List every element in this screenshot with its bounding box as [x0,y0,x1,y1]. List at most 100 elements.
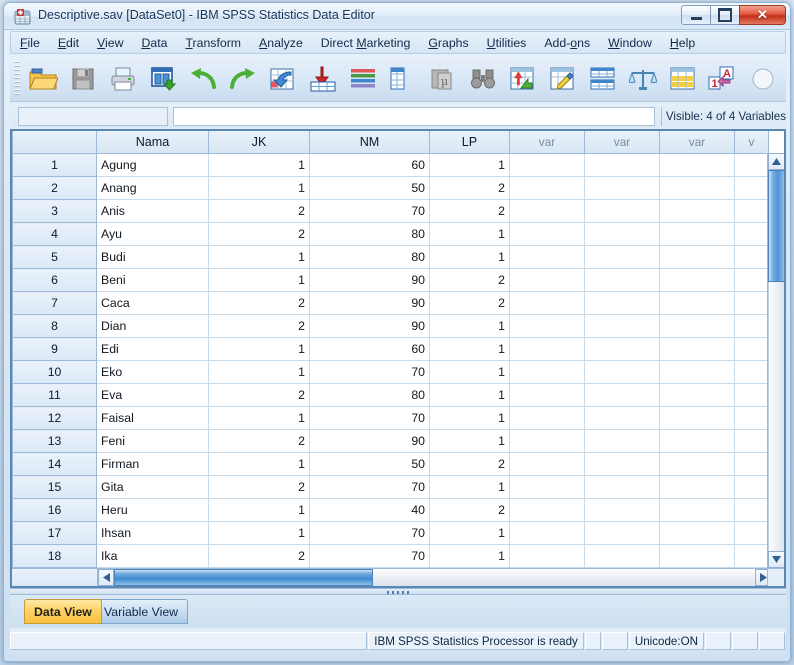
cell-empty[interactable] [659,406,735,430]
row-header[interactable]: 17 [12,521,97,545]
row-header[interactable]: 14 [12,452,97,476]
cell-nama[interactable]: Agung [96,153,209,177]
cell-empty[interactable] [659,360,735,384]
menu-item-window[interactable]: Window [599,34,661,52]
row-header[interactable]: 18 [12,544,97,568]
cell-reference-input[interactable] [18,106,168,126]
toolbar-grip[interactable] [14,60,20,97]
cell-jk[interactable]: 2 [208,314,310,338]
minimize-button[interactable] [681,5,710,25]
close-button[interactable]: ✕ [739,5,786,25]
cell-lp[interactable]: 1 [429,406,510,430]
menu-item-utilities[interactable]: Utilities [478,34,536,52]
scroll-down-arrow-icon[interactable] [768,551,784,568]
cell-empty[interactable] [584,222,660,246]
column-header-nm[interactable]: NM [309,131,430,154]
cell-empty[interactable] [584,337,660,361]
cell-empty[interactable] [734,314,769,338]
cell-empty[interactable] [584,406,660,430]
cell-nm[interactable]: 80 [309,245,430,269]
column-header-lp[interactable]: LP [429,131,510,154]
insert-case-icon[interactable] [503,59,543,99]
tab-variable-view[interactable]: Variable View [94,599,189,624]
cell-lp[interactable]: 1 [429,314,510,338]
cell-nm[interactable]: 90 [309,291,430,315]
cell-nm[interactable]: 50 [309,176,430,200]
horizontal-scrollbar[interactable] [98,568,771,586]
cell-empty[interactable] [659,291,735,315]
cell-empty[interactable] [659,475,735,499]
cell-empty[interactable] [659,521,735,545]
cell-nm[interactable]: 90 [309,314,430,338]
cell-empty[interactable] [734,245,769,269]
value-labels-icon[interactable]: A 1 [703,59,743,99]
row-header[interactable]: 11 [12,383,97,407]
cell-nm[interactable]: 80 [309,383,430,407]
corner-header[interactable] [12,131,97,154]
row-header[interactable]: 2 [12,176,97,200]
cell-empty[interactable] [509,498,585,522]
cell-empty[interactable] [584,176,660,200]
cell-lp[interactable]: 2 [429,291,510,315]
cell-nama[interactable]: Ika [96,544,209,568]
row-header[interactable]: 1 [12,153,97,177]
cell-empty[interactable] [734,521,769,545]
cell-nama[interactable]: Anis [96,199,209,223]
cell-jk[interactable]: 1 [208,268,310,292]
cell-nm[interactable]: 60 [309,337,430,361]
cell-nama[interactable]: Anang [96,176,209,200]
menu-item-analyze[interactable]: Analyze [250,34,312,52]
cell-empty[interactable] [734,498,769,522]
pane-splitter[interactable] [10,588,786,595]
cell-empty[interactable] [734,452,769,476]
cell-nm[interactable]: 70 [309,544,430,568]
row-header[interactable]: 9 [12,337,97,361]
row-header[interactable]: 7 [12,291,97,315]
cell-lp[interactable]: 1 [429,544,510,568]
cell-empty[interactable] [584,314,660,338]
row-header[interactable]: 12 [12,406,97,430]
cell-empty[interactable] [509,406,585,430]
horizontal-scroll-thumb[interactable] [114,569,373,586]
cell-empty[interactable] [734,383,769,407]
recall-dialogs-icon[interactable] [143,59,183,99]
cell-empty[interactable] [734,406,769,430]
cell-empty[interactable] [659,222,735,246]
maximize-button[interactable] [710,5,739,25]
cell-jk[interactable]: 2 [208,199,310,223]
save-icon[interactable] [63,59,103,99]
cell-lp[interactable]: 1 [429,475,510,499]
cell-empty[interactable] [509,452,585,476]
cell-nama[interactable]: Faisal [96,406,209,430]
cell-lp[interactable]: 2 [429,199,510,223]
cell-empty[interactable] [509,153,585,177]
cell-empty[interactable] [584,544,660,568]
cell-nm[interactable]: 50 [309,452,430,476]
insert-variable-icon[interactable] [543,59,583,99]
scroll-up-arrow-icon[interactable] [768,153,784,170]
cell-jk[interactable]: 1 [208,521,310,545]
cell-nm[interactable]: 70 [309,521,430,545]
cell-empty[interactable] [659,452,735,476]
cell-jk[interactable]: 1 [208,245,310,269]
cell-nm[interactable]: 70 [309,406,430,430]
cell-lp[interactable]: 1 [429,245,510,269]
cell-empty[interactable] [584,268,660,292]
menu-item-edit[interactable]: Edit [49,34,88,52]
cell-lp[interactable]: 1 [429,222,510,246]
cell-empty[interactable] [734,429,769,453]
vertical-scroll-track[interactable] [768,282,784,551]
cell-jk[interactable]: 2 [208,475,310,499]
row-header[interactable]: 15 [12,475,97,499]
cell-jk[interactable]: 1 [208,176,310,200]
cell-nama[interactable]: Heru [96,498,209,522]
cell-jk[interactable]: 1 [208,153,310,177]
run-descriptives-icon[interactable] [383,59,423,99]
cell-empty[interactable] [509,245,585,269]
column-header-var-3[interactable]: var [659,131,735,154]
tab-data-view[interactable]: Data View [24,599,102,624]
menu-item-add-ons[interactable]: Add-ons [535,34,599,52]
cell-jk[interactable]: 2 [208,222,310,246]
goto-variable-icon[interactable] [303,59,343,99]
cell-nama[interactable]: Budi [96,245,209,269]
